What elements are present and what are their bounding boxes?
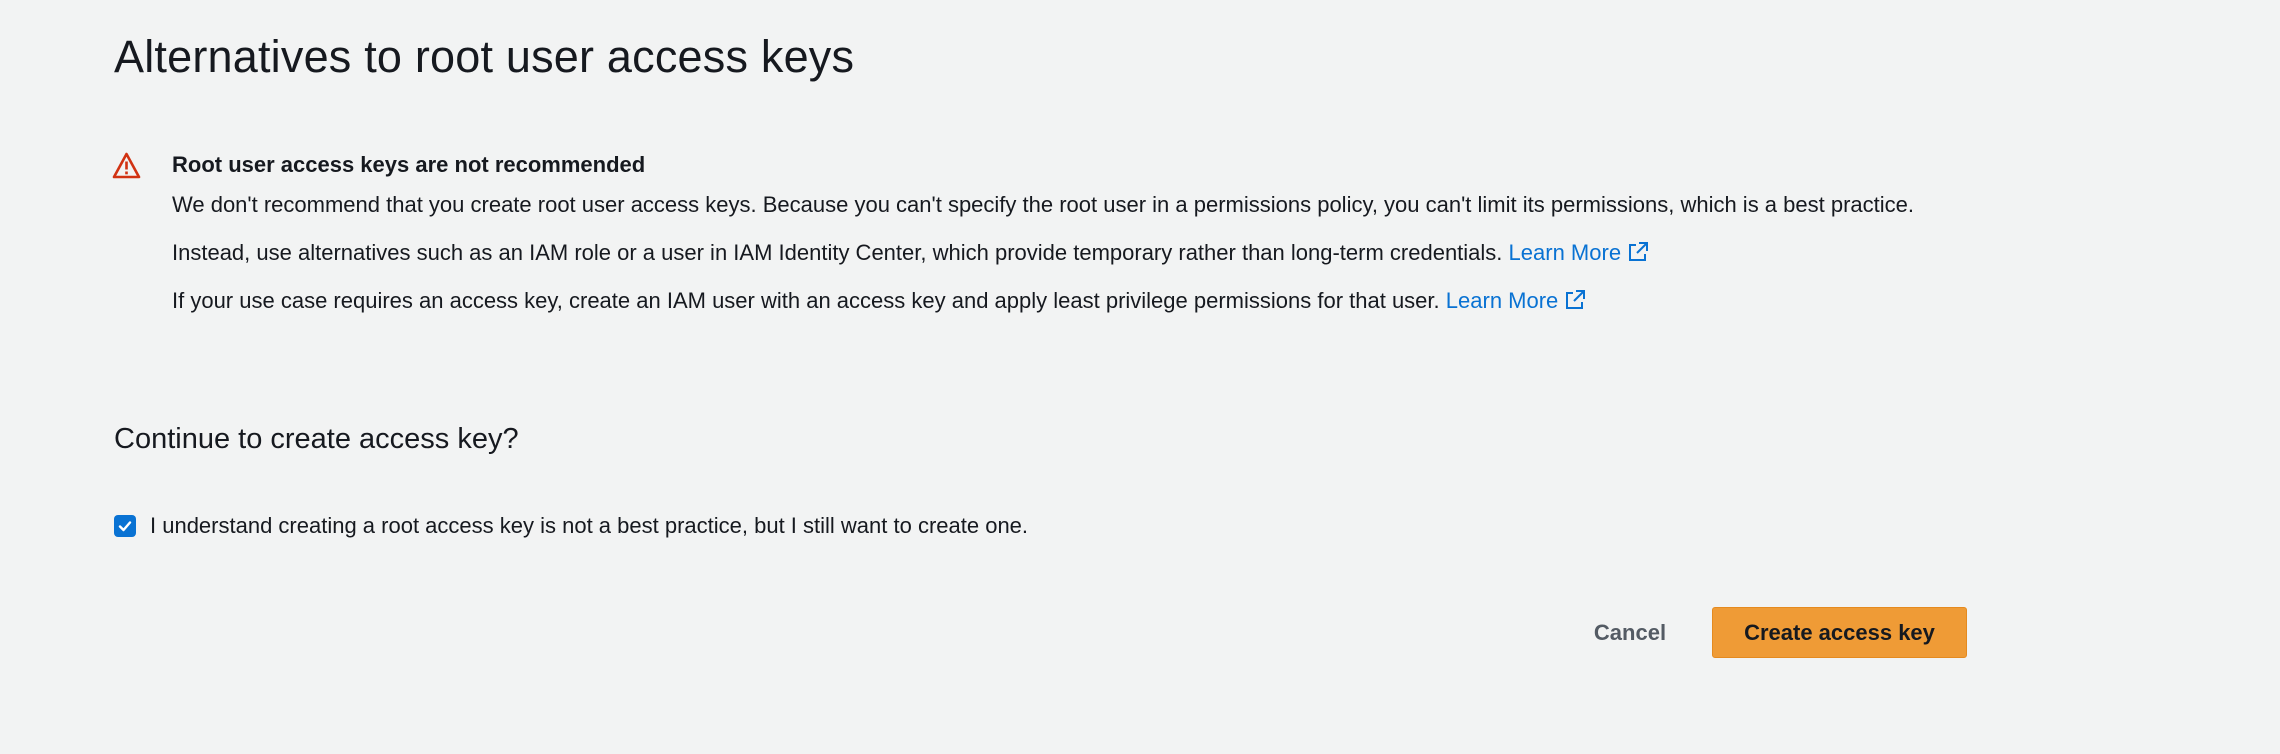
learn-more-link-identity-center[interactable]: Learn More bbox=[1509, 240, 1650, 265]
create-access-key-button[interactable]: Create access key bbox=[1712, 607, 1967, 658]
warning-triangle-icon bbox=[112, 152, 141, 179]
acknowledge-checkbox-label[interactable]: I understand creating a root access key … bbox=[150, 509, 1028, 543]
external-link-icon bbox=[1627, 239, 1649, 261]
confirm-section-title: Continue to create access key? bbox=[114, 423, 519, 455]
checkmark-icon bbox=[118, 521, 132, 532]
alert-paragraph-3: If your use case requires an access key,… bbox=[172, 284, 2092, 318]
learn-more-label: Learn More bbox=[1445, 288, 1559, 313]
alert-heading: Root user access keys are not recommende… bbox=[172, 152, 646, 177]
page: Alternatives to root user access keys Ro… bbox=[0, 0, 2280, 754]
alert-paragraph-3-text: If your use case requires an access key,… bbox=[172, 288, 1440, 313]
alert-paragraph-1: We don't recommend that you create root … bbox=[172, 192, 1914, 217]
external-link-icon bbox=[1564, 287, 1586, 309]
learn-more-link-iam-user[interactable]: Learn More bbox=[1446, 288, 1587, 313]
page-title: Alternatives to root user access keys bbox=[114, 31, 855, 82]
cancel-button[interactable]: Cancel bbox=[1575, 608, 1685, 658]
learn-more-label: Learn More bbox=[1508, 240, 1622, 265]
alert-paragraph-2-text: Instead, use alternatives such as an IAM… bbox=[172, 240, 1503, 265]
acknowledge-checkbox-row[interactable]: I understand creating a root access key … bbox=[114, 509, 1028, 543]
alert-paragraph-2: Instead, use alternatives such as an IAM… bbox=[172, 236, 2092, 270]
alert-body: Root user access keys are not recommende… bbox=[172, 148, 2092, 318]
acknowledge-checkbox[interactable] bbox=[114, 515, 136, 537]
